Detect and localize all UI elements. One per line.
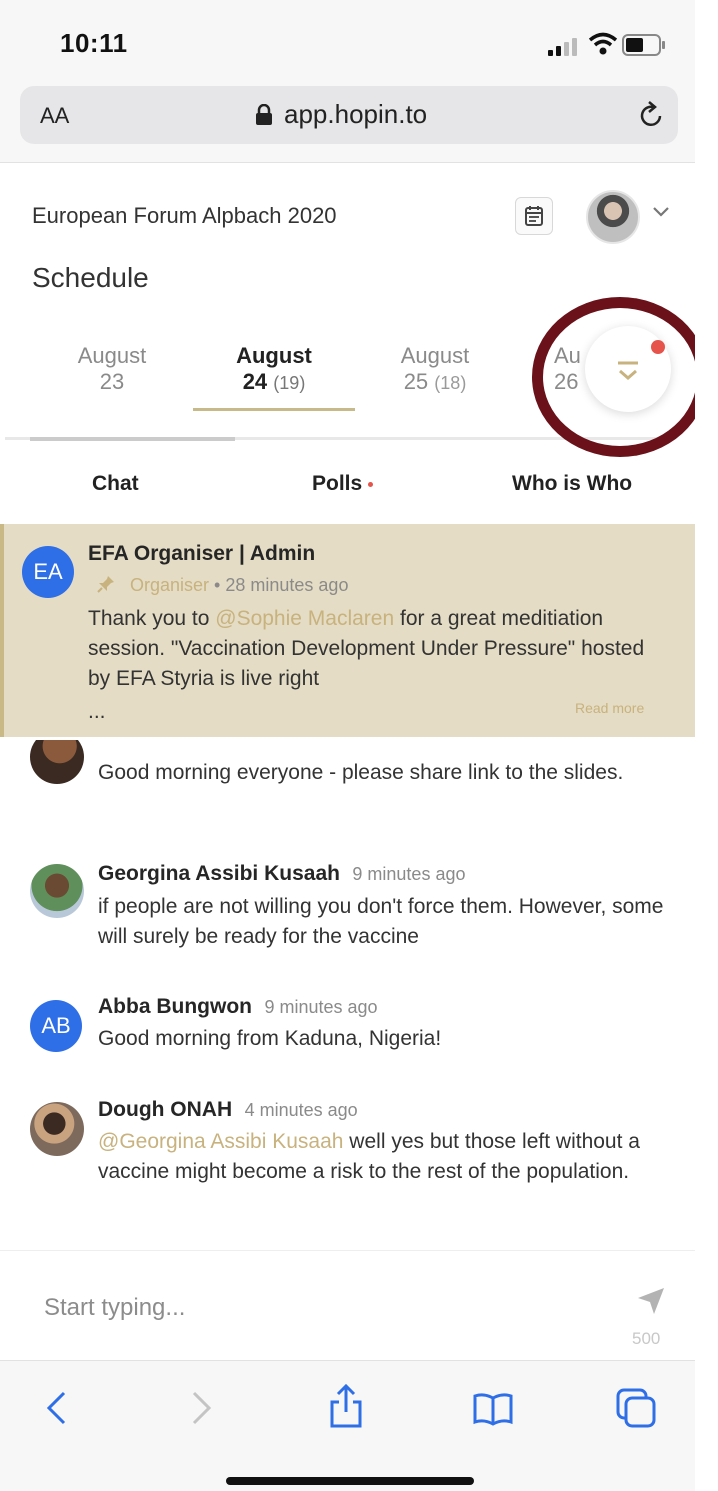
message-author[interactable]: Georgina Assibi Kusaah <box>98 862 340 885</box>
text-segment: Thank you to <box>88 607 216 630</box>
reload-icon[interactable] <box>636 100 666 130</box>
event-title: European Forum Alpbach 2020 <box>32 203 337 228</box>
message-text: Good morning everyone - please share lin… <box>98 761 624 784</box>
home-indicator <box>226 1477 474 1485</box>
day-number: 23 <box>99 369 125 394</box>
message-header: Dough ONAH 4 minutes ago <box>98 1098 358 1122</box>
day-tab-aug-24[interactable]: August 24 (19) <box>212 343 336 396</box>
signal-icon <box>548 38 577 56</box>
back-icon[interactable] <box>44 1390 68 1426</box>
message-text: Good morning from Kaduna, Nigeria! <box>98 1027 442 1050</box>
mention-link[interactable]: @Sophie Maclaren <box>215 607 394 630</box>
day-month: August <box>236 343 312 368</box>
role-badge: Organiser <box>130 575 210 595</box>
url-text[interactable]: app.hopin.to <box>284 99 427 130</box>
chevron-down-icon[interactable] <box>652 206 670 218</box>
day-tab-aug-23[interactable]: August 23 <box>52 343 172 395</box>
day-number: 24 <box>242 369 268 394</box>
pinned-text: Thank you to @Sophie Maclaren for a grea… <box>88 604 658 694</box>
bookmarks-icon[interactable] <box>472 1392 514 1426</box>
pinned-meta: Organiser • 28 minutes ago <box>130 575 348 596</box>
pin-icon <box>97 576 114 593</box>
avatar: EA <box>22 546 74 598</box>
message-time: 4 minutes ago <box>244 1100 358 1120</box>
avatar <box>30 740 84 784</box>
tab-polls-label: Polls <box>312 472 363 495</box>
tab-who-is-who[interactable]: Who is Who <box>512 472 632 496</box>
tabs-icon[interactable] <box>614 1386 658 1430</box>
calendar-button[interactable] <box>515 197 553 235</box>
mention-link[interactable]: @Georgina Assibi Kusaah <box>98 1130 343 1153</box>
message-time: 9 minutes ago <box>352 864 466 884</box>
tab-polls[interactable]: Polls <box>312 472 374 496</box>
page-edge <box>695 0 718 1490</box>
annotation-circle <box>532 297 708 457</box>
meta-separator: • <box>214 575 221 595</box>
day-tab-aug-25[interactable]: August 25 (18) <box>372 343 498 396</box>
send-icon[interactable] <box>636 1286 666 1316</box>
message-header: Georgina Assibi Kusaah 9 minutes ago <box>98 862 465 886</box>
avatar <box>30 1102 84 1156</box>
battery-icon <box>622 34 665 56</box>
lock-icon <box>256 104 272 125</box>
day-month: August <box>400 343 470 368</box>
forward-icon[interactable] <box>190 1390 214 1426</box>
avatar: AB <box>30 1000 82 1052</box>
day-count: (19) <box>273 373 306 393</box>
pinned-ellipsis: ... <box>88 700 106 723</box>
scroll-indicator <box>30 437 235 441</box>
active-day-indicator <box>193 408 355 411</box>
status-time: 10:11 <box>60 28 128 58</box>
tab-chat[interactable]: Chat <box>92 472 139 496</box>
message-author[interactable]: Abba Bungwon <box>98 995 252 1018</box>
user-avatar[interactable] <box>586 190 640 244</box>
day-count: (18) <box>434 373 467 393</box>
read-more-link[interactable]: Read more <box>575 700 644 716</box>
message-text: @Georgina Assibi Kusaah well yes but tho… <box>98 1127 658 1187</box>
avatar <box>30 864 84 918</box>
message-time: 9 minutes ago <box>264 997 378 1017</box>
text-size-button[interactable]: AA <box>40 103 69 129</box>
message-text: if people are not willing you don't forc… <box>98 895 664 948</box>
message-input[interactable]: Start typing... <box>44 1294 185 1322</box>
polls-notification-dot <box>368 481 374 487</box>
day-month: August <box>77 343 147 368</box>
message-header: Abba Bungwon 9 minutes ago <box>98 995 378 1019</box>
message-author[interactable]: Dough ONAH <box>98 1098 232 1121</box>
pinned-author[interactable]: EFA Organiser | Admin <box>88 542 315 566</box>
pinned-time: 28 minutes ago <box>225 575 349 595</box>
schedule-heading: Schedule <box>32 262 149 293</box>
wifi-icon <box>588 32 618 55</box>
share-icon[interactable] <box>328 1384 364 1428</box>
calendar-icon <box>525 206 543 226</box>
day-number: 25 <box>403 369 429 394</box>
char-count: 500 <box>632 1329 661 1348</box>
